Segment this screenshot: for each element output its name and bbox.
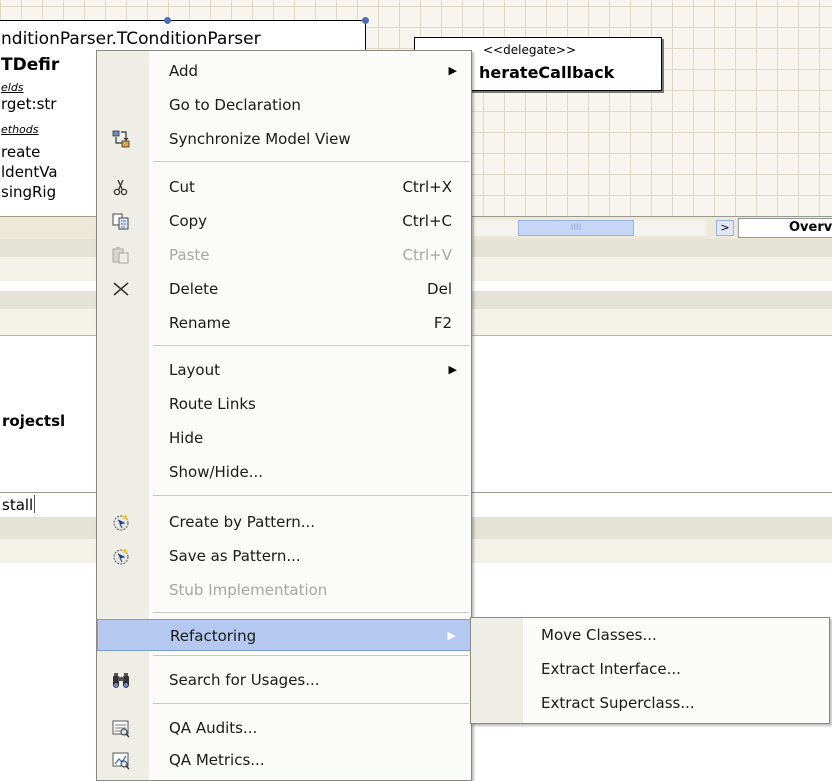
menu-item-cut[interactable]: Cut Ctrl+X — [97, 171, 471, 203]
menu-item-shortcut: Ctrl+X — [402, 178, 452, 196]
qa-audits-icon — [111, 718, 131, 738]
menu-item-label: QA Metrics... — [169, 751, 265, 769]
class-method[interactable]: reate — [1, 143, 40, 161]
menu-item-label: Synchronize Model View — [169, 130, 351, 148]
panel-title: rojectsl — [2, 412, 66, 430]
menu-item-label: Go to Declaration — [169, 96, 301, 114]
submenu-arrow-icon: ▶ — [447, 629, 456, 642]
class-header: nditionParser.TConditionParser — [1, 29, 261, 49]
scrollbar-thumb[interactable]: IIII — [518, 220, 634, 236]
menu-item-rename[interactable]: Rename F2 — [97, 307, 471, 339]
menu-separator — [153, 655, 469, 656]
menu-item-search-for-usages[interactable]: Search for Usages... — [97, 664, 471, 696]
menu-item-label: Create by Pattern... — [169, 513, 316, 531]
install-field-text: stall — [2, 496, 34, 514]
menu-item-shortcut: Del — [427, 280, 452, 298]
menu-item-label: Search for Usages... — [169, 671, 320, 689]
menu-item-extract-interface[interactable]: Extract Interface... — [471, 653, 829, 685]
menu-item-label: Hide — [169, 429, 204, 447]
delegate-stereotype: <<delegate>> — [483, 43, 576, 57]
menu-item-label: Copy — [169, 212, 208, 230]
class-method[interactable]: ldentVa — [1, 163, 58, 181]
menu-item-label: Extract Superclass... — [541, 694, 695, 712]
menu-item-go-to-declaration[interactable]: Go to Declaration — [97, 89, 471, 121]
selection-handle[interactable] — [362, 17, 369, 24]
menu-item-add[interactable]: Add ▶ — [97, 55, 471, 87]
menu-item-label: Move Classes... — [541, 626, 657, 644]
menu-item-shortcut: Ctrl+C — [402, 212, 452, 230]
context-menu: Add ▶ Go to Declaration Synchronize Mode… — [96, 50, 472, 781]
menu-item-delete[interactable]: Delete Del — [97, 273, 471, 305]
selection-handle[interactable] — [164, 17, 171, 24]
qa-metrics-icon — [111, 750, 131, 770]
menu-item-label: Extract Interface... — [541, 660, 681, 678]
menu-separator — [153, 345, 469, 346]
menu-item-synchronize-model-view[interactable]: Synchronize Model View — [97, 123, 471, 155]
menu-separator — [153, 495, 469, 496]
menu-item-show-hide[interactable]: Show/Hide... — [97, 456, 471, 488]
menu-item-label: QA Audits... — [169, 719, 258, 737]
text-caret — [34, 495, 35, 513]
menu-item-save-as-pattern[interactable]: Save as Pattern... — [97, 540, 471, 572]
refactoring-submenu: Move Classes... Extract Interface... Ext… — [470, 617, 830, 724]
save-pattern-icon — [111, 546, 131, 566]
menu-item-label: Cut — [169, 178, 195, 196]
paste-icon — [111, 245, 131, 265]
menu-item-create-by-pattern[interactable]: Create by Pattern... — [97, 506, 471, 538]
menu-item-stub-implementation[interactable]: Stub Implementation — [97, 574, 471, 606]
delete-x-icon — [111, 279, 131, 299]
methods-section-label: ethods — [1, 123, 39, 136]
fields-section-label: elds — [1, 81, 24, 94]
menu-item-label: Refactoring — [170, 627, 257, 645]
menu-item-label: Paste — [169, 246, 210, 264]
menu-item-qa-metrics[interactable]: QA Metrics... — [97, 744, 471, 776]
menu-item-qa-audits[interactable]: QA Audits... — [97, 712, 471, 744]
menu-item-label: Add — [169, 62, 199, 80]
menu-separator — [153, 161, 469, 162]
menu-item-move-classes[interactable]: Move Classes... — [471, 619, 829, 651]
menu-item-paste[interactable]: Paste Ctrl+V — [97, 239, 471, 271]
class-name: TDefir — [1, 55, 60, 75]
menu-item-route-links[interactable]: Route Links — [97, 388, 471, 420]
menu-item-label: Delete — [169, 280, 219, 298]
menu-item-shortcut: F2 — [433, 314, 452, 332]
submenu-arrow-icon: ▶ — [448, 64, 457, 77]
menu-item-refactoring[interactable]: Refactoring ▶ — [97, 619, 471, 651]
menu-item-label: Layout — [169, 361, 220, 379]
menu-item-shortcut: Ctrl+V — [402, 246, 452, 264]
menu-item-label: Show/Hide... — [169, 463, 264, 481]
submenu-arrow-icon: ▶ — [448, 363, 457, 376]
menu-separator — [153, 703, 469, 704]
scroll-right-button[interactable]: > — [716, 220, 734, 236]
tab-overview[interactable]: Overvie — [738, 218, 832, 238]
menu-item-label: Stub Implementation — [169, 581, 328, 599]
menu-item-hide[interactable]: Hide — [97, 422, 471, 454]
scissors-icon — [111, 177, 131, 197]
create-pattern-icon — [111, 512, 131, 532]
binoculars-icon — [111, 670, 131, 690]
menu-item-extract-superclass[interactable]: Extract Superclass... — [471, 687, 829, 719]
menu-separator — [153, 612, 469, 613]
class-method[interactable]: singRig — [1, 183, 56, 201]
menu-item-label: Rename — [169, 314, 231, 332]
sync-model-icon — [111, 129, 131, 149]
menu-item-label: Save as Pattern... — [169, 547, 301, 565]
delegate-name: herateCallback — [479, 63, 615, 82]
menu-item-label: Route Links — [169, 395, 256, 413]
menu-item-copy[interactable]: Copy Ctrl+C — [97, 205, 471, 237]
copy-icon — [111, 211, 131, 231]
menu-item-layout[interactable]: Layout ▶ — [97, 354, 471, 386]
class-field[interactable]: rget:str — [1, 95, 56, 113]
